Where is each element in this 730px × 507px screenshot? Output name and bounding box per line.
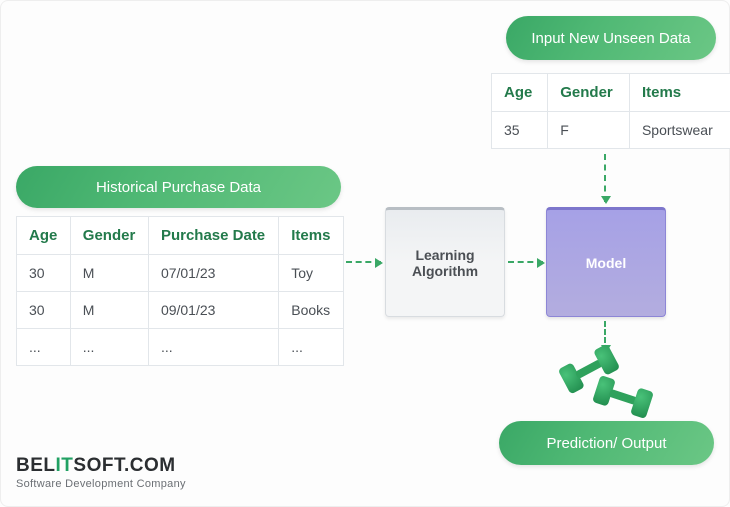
arrow-algo-to-model [508,261,543,263]
model-box: Model [546,207,666,317]
input-data-pill: Input New Unseen Data [506,16,716,60]
input-data-pill-label: Input New Unseen Data [531,30,690,47]
historical-data-pill-label: Historical Purchase Data [96,179,261,196]
prediction-output-pill: Prediction/ Output [499,421,714,465]
learning-algorithm-box: Learning Algorithm [385,207,505,317]
table-row: ... ... ... ... [17,329,344,366]
arrow-input-to-model [604,154,606,202]
logo-brand: BELITSOFT.COM [16,455,186,477]
table-row: 35 F Sportswear [492,112,730,149]
col-purchase-date: Purchase Date [148,217,278,255]
table-row: 30 M 09/01/23 Books [17,292,344,329]
table-header-row: Age Gender Purchase Date Items [17,217,344,255]
historical-data-pill: Historical Purchase Data [16,166,341,208]
input-data-table: Age Gender Items 35 F Sportswear [491,73,730,149]
col-age: Age [492,74,548,112]
historical-data-table: Age Gender Purchase Date Items 30 M 07/0… [16,216,344,366]
col-gender: Gender [70,217,148,255]
arrow-historical-to-algo [346,261,381,263]
table-header-row: Age Gender Items [492,74,730,112]
col-items: Items [629,74,730,112]
learning-algorithm-label: Learning Algorithm [386,247,504,279]
belitsoft-logo: BELITSOFT.COM Software Development Compa… [16,455,186,490]
dumbbells-icon [551,346,661,426]
col-items: Items [279,217,344,255]
col-age: Age [17,217,71,255]
logo-subtitle: Software Development Company [16,478,186,490]
prediction-output-label: Prediction/ Output [546,435,666,452]
col-gender: Gender [548,74,630,112]
table-row: 30 M 07/01/23 Toy [17,255,344,292]
model-label: Model [586,255,626,271]
